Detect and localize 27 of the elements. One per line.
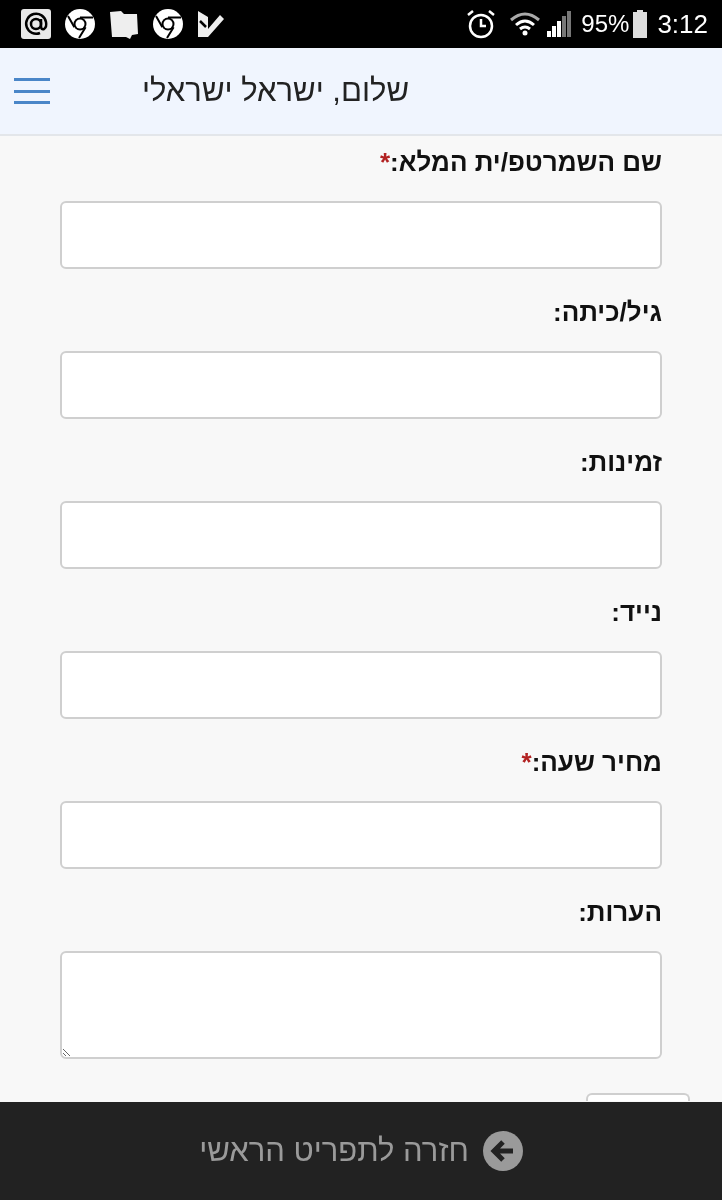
field-label: מחיר שעה: [531,746,662,778]
signal-icon [547,11,572,37]
wifi-icon [509,11,542,37]
header-title: שלום, ישראל ישראלי [142,71,410,110]
battery-percent: 95% [581,9,630,39]
text-input[interactable] [60,351,662,419]
clock-time: 3:12 [657,7,708,41]
at-sign-icon [20,8,52,40]
field-label: זמינות: [579,446,662,478]
partial-button[interactable] [586,1093,690,1101]
text-input[interactable] [60,651,662,719]
required-mark: * [379,146,390,178]
field-label: נייד: [611,596,662,628]
text-input[interactable] [60,201,662,269]
round-logo-icon [152,8,184,40]
notes-field[interactable] [60,951,662,1059]
round-logo-icon [64,8,96,40]
field-label: הערות: [578,896,662,928]
checkmark-icon [196,9,226,39]
field-label: גיל/כיתה: [553,296,662,328]
field-label: שם השמרטפ/ית המלא: [390,146,662,178]
folder-icon [108,8,140,40]
text-input[interactable] [60,801,662,869]
menu-icon[interactable] [14,78,50,104]
text-input[interactable] [60,501,662,569]
battery-icon [633,10,648,38]
required-mark: * [521,746,532,778]
